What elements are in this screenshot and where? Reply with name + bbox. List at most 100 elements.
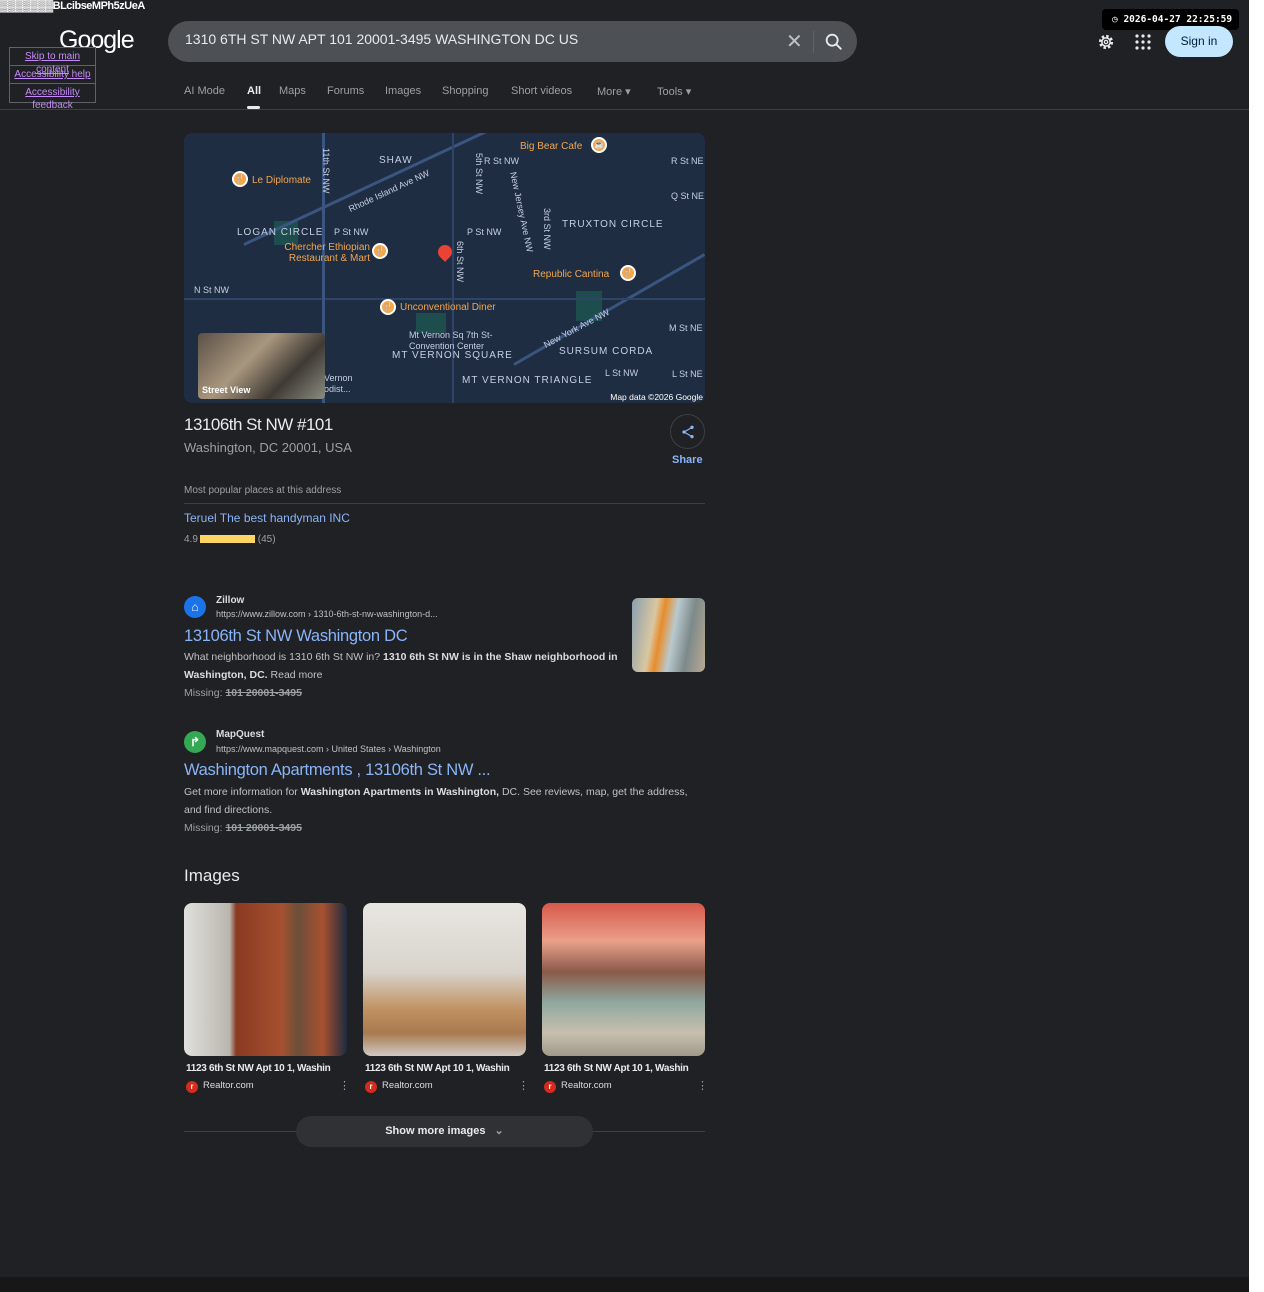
more-options-icon[interactable]: ⋮ [339,1079,350,1092]
cafe-pin-icon[interactable]: ☕ [591,137,607,153]
result-thumbnail[interactable] [632,598,705,672]
review-count: (45) [257,534,276,545]
text-fragment: Read more [267,668,323,681]
grid-icon[interactable] [1134,33,1152,51]
gear-icon[interactable] [1096,32,1116,52]
result-url[interactable]: https://www.zillow.com › 1310-6th-st-nw-… [216,609,438,619]
tab-tools[interactable]: Tools ▾ [657,85,691,98]
street-label: 3rd St NW [542,208,552,250]
poi-label[interactable]: Vernon odist... [324,373,364,395]
image-thumbnail[interactable] [363,903,526,1056]
map-label: LOGAN CIRCLE [237,227,324,238]
tab-ai-mode[interactable]: AI Mode [184,85,225,97]
place-address: Washington, DC 20001, USA [184,440,352,455]
text-fragment: 101 20001-3495 [225,822,302,834]
map-label: SHAW [379,155,413,166]
mapquest-favicon-icon: ↱ [184,731,206,753]
poi-label[interactable]: Chercher Ethiopian Restaurant & Mart [274,242,370,264]
text-fragment: Washington Apartments in Washington, [300,786,500,798]
divider [813,31,814,53]
accessibility-feedback-link[interactable]: Accessibility feedback [10,84,95,111]
street-label: 5th St NW [474,153,484,195]
tab-shopping[interactable]: Shopping [442,85,489,97]
sign-in-button[interactable]: Sign in [1165,26,1233,57]
result-url[interactable]: https://www.mapquest.com › United States… [216,744,441,754]
result-title[interactable]: 13106th St NW Washington DC [184,627,408,646]
text-fragment: Get more information for [184,786,301,798]
poi-label[interactable]: Unconventional Diner [400,302,496,313]
street-view-thumbnail[interactable]: Street View [198,333,325,399]
street-label: L St NW [605,368,639,378]
tab-id-text: ▓▓▓▓▓▓▓BLcibseMPh5zUeA [0,0,145,12]
image-thumbnail[interactable] [542,903,705,1056]
realtor-favicon-icon: r [544,1081,556,1093]
image-source: Realtor.com [561,1080,612,1091]
search-box[interactable]: 1310 6TH ST NW APT 101 20001-3495 WASHIN… [168,21,857,62]
map-label: MT VERNON TRIANGLE [462,375,593,386]
image-caption[interactable]: 1123 6th St NW Apt 10 1, Washin [365,1063,510,1074]
result-missing: Missing: 101 20001-3495 [184,822,302,834]
close-icon[interactable]: ✕ [786,29,803,54]
result-title[interactable]: Washington Apartments , 13106th St NW ..… [184,761,491,780]
show-more-images-button[interactable]: Show more images ⌄ [296,1116,593,1147]
map-label: TRUXTON CIRCLE [562,219,664,230]
street-label: L St NE [672,369,703,379]
clock-icon: ◷ [1112,14,1124,25]
place-title: 13106th St NW #101 [184,415,333,434]
popular-heading: Most popular places at this address [184,485,342,496]
text-fragment: Missing: [184,687,226,699]
search-results-page: ▓▓▓▓▓▓▓BLcibseMPh5zUeA Google Skip to ma… [0,0,1249,1292]
more-options-icon[interactable]: ⋮ [697,1079,708,1092]
restaurant-pin-icon[interactable]: 🍴 [620,265,636,281]
tab-forums[interactable]: Forums [327,85,364,97]
search-input[interactable]: 1310 6TH ST NW APT 101 20001-3495 WASHIN… [185,31,578,47]
map[interactable]: SHAW LOGAN CIRCLE TRUXTON CIRCLE SURSUM … [184,133,705,403]
street-label: P St NW [334,227,369,237]
share-button[interactable] [670,414,705,449]
chevron-down-icon: ⌄ [494,1125,504,1137]
business-link[interactable]: Teruel The best handyman INC [184,511,350,525]
rating-stars-bar [199,535,255,544]
street-label: Q St NE [671,191,705,201]
road [452,133,454,403]
map-label: SURSUM CORDA [559,346,654,357]
clock-text: 2026-04-27 22:25:59 [1123,14,1233,25]
tab-maps[interactable]: Maps [279,85,306,97]
tab-more[interactable]: More ▾ [597,85,631,98]
poi-label[interactable]: Big Bear Cafe [520,141,582,152]
text-fragment: What neighborhood is 1310 6th St NW in? [184,651,384,663]
restaurant-pin-icon[interactable]: 🍴 [232,171,248,187]
poi-label[interactable]: Le Diplomate [252,175,311,186]
street-view-label: Street View [202,385,251,395]
image-source: Realtor.com [382,1080,433,1091]
image-caption[interactable]: 1123 6th St NW Apt 10 1, Washin [186,1063,331,1074]
result-site[interactable]: MapQuest [216,729,264,740]
restaurant-pin-icon[interactable]: 🍴 [372,243,388,259]
restaurant-pin-icon[interactable]: 🍴 [380,299,396,315]
image-thumbnail[interactable] [184,903,347,1056]
street-label: R St NW [484,156,519,166]
metro-label[interactable]: Mt Vernon Sq 7th St-Convention Center [409,330,529,352]
more-options-icon[interactable]: ⋮ [518,1079,529,1092]
tab-all[interactable]: All [247,85,261,97]
share-label[interactable]: Share [672,454,703,466]
road [184,298,705,300]
tab-short-videos[interactable]: Short videos [511,85,572,97]
skip-link[interactable]: Skip to main content [10,48,95,75]
show-more-label: Show more images [385,1125,486,1137]
street-label: 11th St NW [321,148,331,194]
accessibility-help-link[interactable]: Accessibility help [10,66,95,84]
text-fragment: Missing: [184,822,226,834]
image-caption[interactable]: 1123 6th St NW Apt 10 1, Washin [544,1063,689,1074]
business-rating: 4.9 (45) [184,534,276,545]
result-site[interactable]: Zillow [216,595,244,606]
result-snippet: Get more information for Washington Apar… [184,784,694,819]
magnifier-icon[interactable] [823,31,845,53]
text-fragment: 101 20001-3495 [225,687,302,699]
result-snippet: What neighborhood is 1310 6th St NW in? … [184,649,634,684]
result-missing: Missing: 101 20001-3495 [184,687,302,699]
tab-images[interactable]: Images [385,85,421,97]
street-label: M St NE [669,323,703,333]
realtor-favicon-icon: r [365,1081,377,1093]
poi-label[interactable]: Republic Cantina [533,269,609,280]
